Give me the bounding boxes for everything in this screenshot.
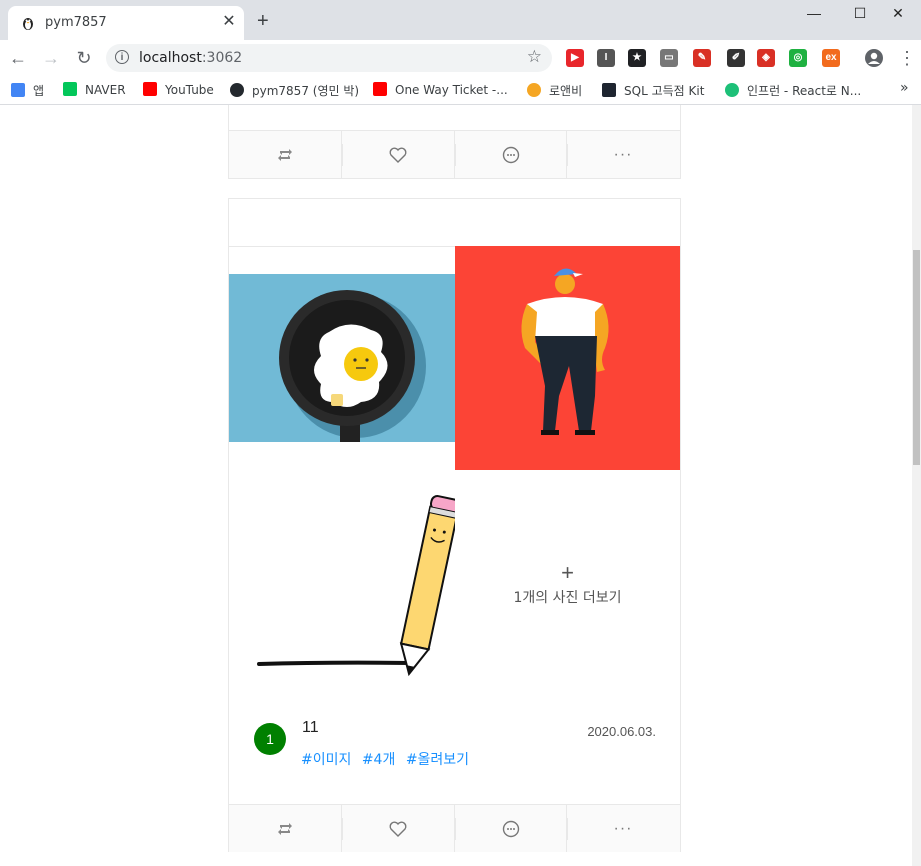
browser-tab[interactable]: pym7857 ✕: [8, 6, 244, 40]
more-images-button[interactable]: + 1개의 사진 더보기: [455, 470, 680, 698]
page-scrollbar[interactable]: [912, 105, 921, 866]
penguin-favicon-icon: [23, 18, 33, 30]
youtube-icon: [373, 82, 387, 96]
bookmarks-overflow-icon[interactable]: »: [900, 80, 909, 96]
hashtag-link[interactable]: #이미지: [301, 752, 351, 768]
bookmark-item[interactable]: 로앤비: [527, 82, 582, 98]
bookmark-star-icon[interactable]: ☆: [527, 47, 542, 67]
bookmark-label: NAVER: [85, 83, 126, 97]
bookmark-label: 인프런 - React로 N...: [747, 84, 862, 98]
comment-icon[interactable]: [454, 131, 567, 178]
tab-strip: pym7857 ✕ + — ☐ ✕: [0, 0, 921, 40]
pen-tool-extension-icon[interactable]: ✎: [693, 49, 711, 67]
programmers-icon: [602, 83, 616, 97]
apps-grid-icon: [11, 83, 25, 97]
bookmark-item[interactable]: NAVER: [63, 82, 126, 98]
bookmark-label: One Way Ticket -...: [395, 83, 508, 97]
url-host: localhost: [139, 50, 202, 66]
chrome-ext-extension-icon[interactable]: ◎: [789, 49, 807, 67]
back-arrow-icon[interactable]: ←: [6, 46, 30, 70]
retweet-icon[interactable]: [229, 805, 341, 852]
comment-icon[interactable]: [454, 805, 567, 852]
profile-avatar-icon[interactable]: [862, 46, 886, 70]
close-window-button[interactable]: ✕: [875, 0, 921, 28]
bookmark-label: 로앤비: [549, 84, 583, 98]
fried-egg-pan-image[interactable]: [229, 274, 455, 442]
bookmark-item[interactable]: pym7857 (영민 박): [230, 82, 359, 98]
bookmark-label: pym7857 (영민 박): [252, 84, 360, 98]
lawnb-icon: [527, 83, 541, 97]
heart-icon[interactable]: [341, 131, 454, 178]
new-tab-button[interactable]: +: [257, 11, 269, 31]
url-text[interactable]: localhost:3062: [139, 50, 242, 66]
url-port: :3062: [201, 50, 243, 66]
heart-icon[interactable]: [341, 805, 454, 852]
grammar-extension-icon[interactable]: ◈: [757, 49, 775, 67]
more-images-label: 1개의 사진 더보기: [513, 590, 622, 606]
address-bar[interactable]: i localhost:3062 ☆: [106, 44, 552, 72]
eyedropper-extension-icon[interactable]: ✐: [727, 49, 745, 67]
minimize-button[interactable]: —: [791, 0, 837, 28]
previous-post-card: ···: [228, 105, 681, 179]
naver-icon: [63, 82, 77, 96]
youtube-icon: [143, 82, 157, 96]
post-card: + 1개의 사진 더보기 1 11 2020.06.03. #이미지 #4개 #…: [228, 198, 681, 852]
browser-toolbar: ← → ↻ i localhost:3062 ☆ ▶ I ★ ▭ ✎ ✐ ◈ ◎ ex ⋮: [0, 40, 921, 76]
ex-ext-extension-icon[interactable]: ex: [822, 49, 840, 67]
hashtag-list: #이미지 #4개 #올려보기: [301, 749, 475, 769]
plus-icon: +: [561, 560, 574, 585]
bookmarks-bar: 앱 NAVER YouTube pym7857 (영민 박) One Way Ticke…: [0, 76, 921, 105]
bookmark-item[interactable]: YouTube: [143, 82, 214, 98]
bookmark-label: SQL 고득점 Kit: [624, 84, 705, 98]
post-actions-bar: ···: [229, 130, 680, 178]
hashtag-link[interactable]: #4개: [362, 752, 396, 768]
bookmark-item[interactable]: 인프런 - React로 N...: [725, 82, 861, 98]
video-speed-extension-icon[interactable]: ▶: [566, 49, 584, 67]
retweet-icon[interactable]: [229, 131, 341, 178]
post-date: 2020.06.03.: [587, 724, 656, 739]
bookmark-label: 앱: [33, 84, 45, 98]
site-info-icon[interactable]: i: [115, 50, 129, 64]
hashtag-link[interactable]: #올려보기: [406, 752, 469, 768]
reload-icon[interactable]: ↻: [72, 46, 96, 70]
menu-kebab-icon[interactable]: ⋮: [895, 46, 919, 70]
tab-close-icon[interactable]: ✕: [220, 13, 238, 31]
bookmark-item[interactable]: 앱: [11, 82, 44, 98]
bookmark-label: YouTube: [165, 83, 214, 97]
author-nickname: 11: [302, 719, 319, 736]
scrollbar-thumb[interactable]: [913, 250, 920, 465]
instapaper-extension-icon[interactable]: I: [597, 49, 615, 67]
page-viewport: ··· + 1개의 사진 더보기 1 11 2020.06.03. #이미지 #…: [0, 105, 912, 866]
author-avatar[interactable]: 1: [254, 723, 286, 755]
github-icon: [230, 83, 244, 97]
bookmark-item[interactable]: One Way Ticket -...: [373, 82, 508, 98]
post-actions-bar: ···: [229, 804, 680, 852]
man-with-cap-image[interactable]: [455, 246, 680, 470]
inflearn-icon: [725, 83, 739, 97]
screen-tool-extension-icon[interactable]: ▭: [660, 49, 678, 67]
ellipsis-icon[interactable]: ···: [566, 131, 679, 178]
pencil-drawing-image[interactable]: [229, 470, 461, 698]
ellipsis-icon[interactable]: ···: [566, 805, 679, 852]
tab-title: pym7857: [45, 15, 107, 30]
bookmark-star-extension-icon[interactable]: ★: [628, 49, 646, 67]
bookmark-item[interactable]: SQL 고득점 Kit: [602, 82, 704, 98]
forward-arrow-icon[interactable]: →: [39, 46, 63, 70]
